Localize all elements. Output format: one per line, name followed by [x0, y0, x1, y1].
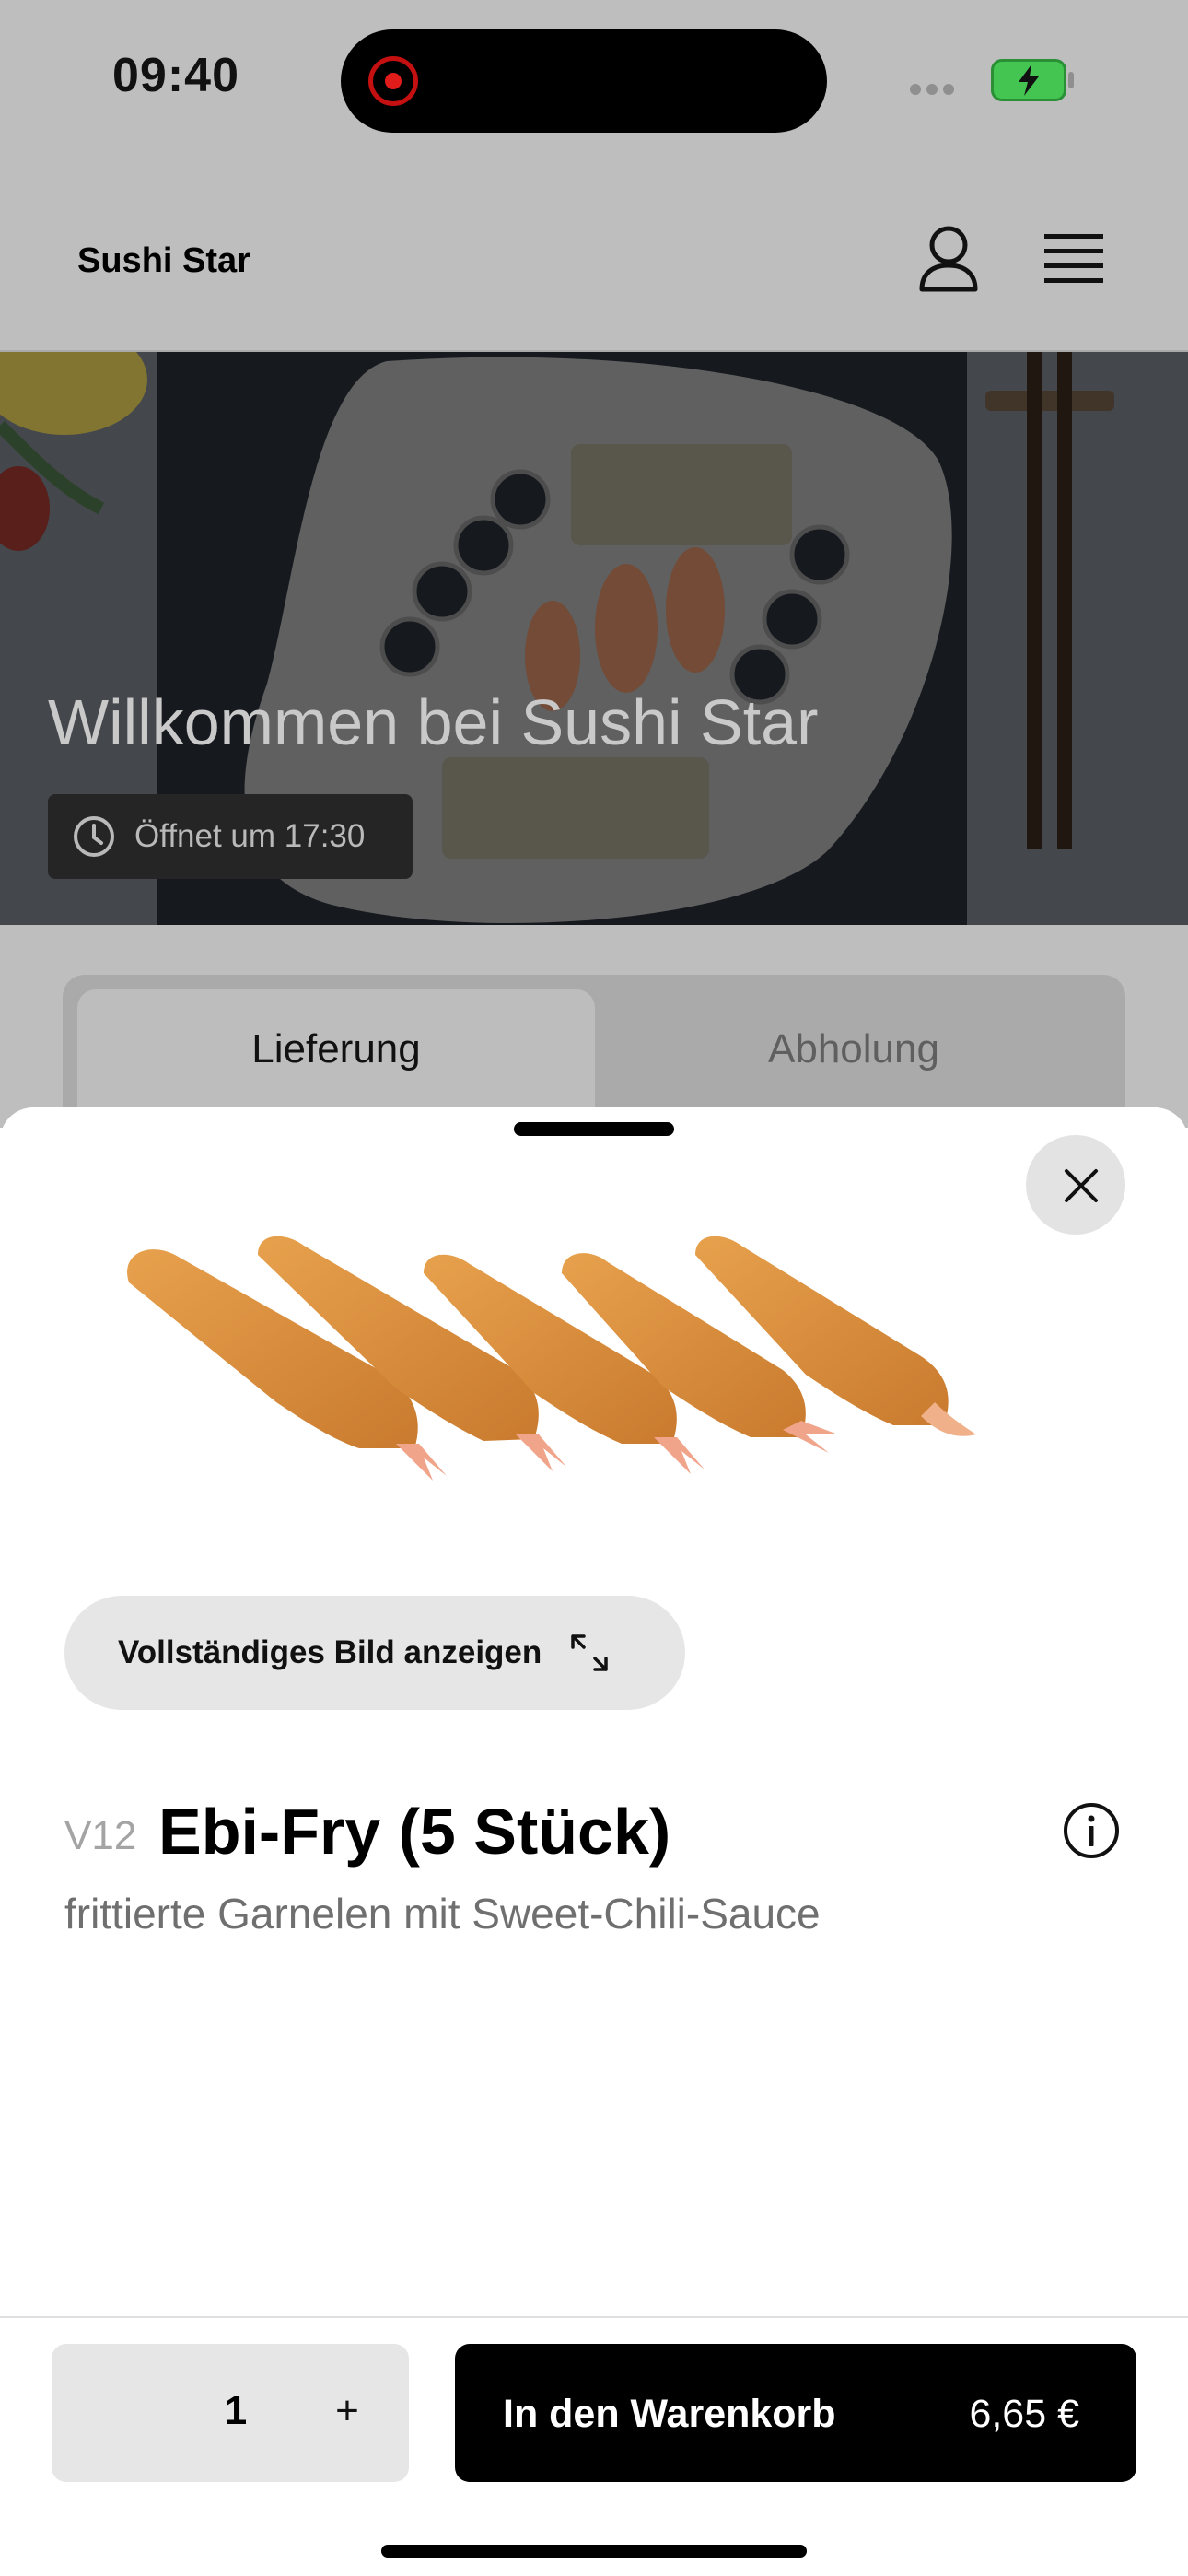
view-full-image-label: Vollständiges Bild anzeigen: [118, 1634, 542, 1670]
footer-divider: [0, 2316, 1188, 2318]
info-icon: [1064, 1803, 1119, 1858]
sheet-grabber[interactable]: [514, 1122, 674, 1136]
product-name: Ebi-Fry (5 Stück): [158, 1796, 671, 1868]
home-indicator: [381, 2545, 807, 2558]
hero-title: Willkommen bei Sushi Star: [48, 686, 819, 758]
battery-charging-icon: [991, 59, 1074, 101]
add-to-cart-label: In den Warenkorb: [503, 2392, 836, 2436]
opening-hours-text: Öffnet um 17:30: [134, 818, 366, 854]
hero-banner: Willkommen bei Sushi Star Öffnet um 17:3…: [0, 352, 1188, 925]
recording-icon: [368, 56, 418, 106]
profile-icon: [919, 226, 978, 292]
tab-delivery-label: Lieferung: [251, 1026, 421, 1071]
profile-button[interactable]: [917, 225, 980, 293]
expand-icon: [571, 1634, 609, 1671]
menu-icon: [1044, 234, 1103, 283]
signal-icon: [910, 83, 974, 95]
app-header: Sushi Star: [0, 166, 1188, 352]
close-button[interactable]: [1026, 1135, 1125, 1235]
menu-button[interactable]: [1042, 230, 1105, 287]
opening-hours-badge: Öffnet um 17:30: [48, 794, 413, 879]
product-description: frittierte Garnelen mit Sweet-Chili-Sauc…: [64, 1890, 821, 1938]
info-button[interactable]: [1061, 1800, 1122, 1861]
close-icon: [1065, 1169, 1098, 1202]
product-code: V12: [64, 1813, 137, 1858]
quantity-increase-button[interactable]: +: [315, 2379, 379, 2443]
clock-icon: [74, 816, 114, 857]
cart-price: 6,65 €: [969, 2392, 1079, 2436]
status-time: 09:40: [112, 49, 239, 102]
add-to-cart-button[interactable]: In den Warenkorb 6,65 €: [455, 2344, 1136, 2482]
quantity-stepper: 1 +: [52, 2344, 409, 2482]
quantity-value: 1: [224, 2388, 248, 2433]
product-image: [127, 1236, 976, 1481]
tab-pickup-label: Abholung: [768, 1026, 939, 1071]
status-bar: 09:40: [0, 0, 1188, 166]
dynamic-island: [341, 29, 827, 133]
view-full-image-button[interactable]: Vollständiges Bild anzeigen: [64, 1596, 685, 1710]
brand-name[interactable]: Sushi Star: [77, 241, 250, 281]
product-sheet: Vollständiges Bild anzeigen V12 Ebi-Fry …: [0, 1107, 1188, 2576]
